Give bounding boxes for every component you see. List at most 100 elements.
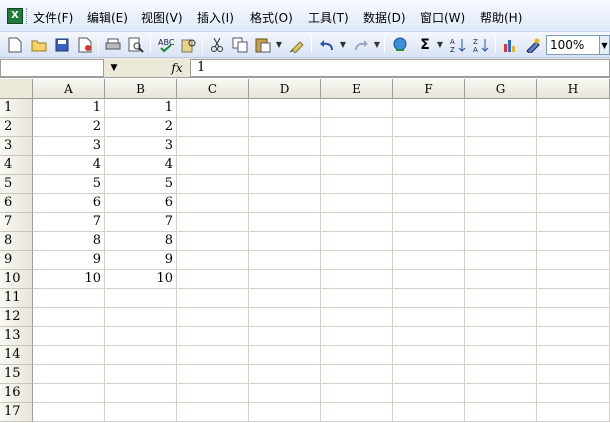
cell-c12[interactable]: [177, 308, 249, 327]
cell-c11[interactable]: [177, 289, 249, 308]
row-header[interactable]: 13: [0, 327, 33, 346]
cell-h7[interactable]: [537, 213, 610, 232]
column-header-b[interactable]: B: [105, 79, 177, 99]
cell-a4[interactable]: 4: [33, 156, 105, 175]
cell-e1[interactable]: [321, 99, 393, 118]
cell-a11[interactable]: [33, 289, 105, 308]
menu-file[interactable]: 文件(F): [33, 9, 73, 26]
cell-c4[interactable]: [177, 156, 249, 175]
menu-data[interactable]: 数据(D): [363, 9, 406, 26]
cell-e9[interactable]: [321, 251, 393, 270]
cell-g11[interactable]: [465, 289, 537, 308]
cell-b3[interactable]: 3: [105, 137, 177, 156]
cell-f5[interactable]: [393, 175, 465, 194]
menu-format[interactable]: 格式(O): [250, 9, 293, 26]
cell-a14[interactable]: [33, 346, 105, 365]
column-header-c[interactable]: C: [177, 79, 249, 99]
cell-g10[interactable]: [465, 270, 537, 289]
cell-d7[interactable]: [249, 213, 321, 232]
cell-b6[interactable]: 6: [105, 194, 177, 213]
paste-icon[interactable]: [254, 36, 272, 54]
cell-h17[interactable]: [537, 403, 610, 422]
cell-h6[interactable]: [537, 194, 610, 213]
cell-d5[interactable]: [249, 175, 321, 194]
sort-descending-icon[interactable]: ZA: [472, 36, 490, 54]
cell-d4[interactable]: [249, 156, 321, 175]
name-box[interactable]: [0, 59, 104, 77]
format-painter-icon[interactable]: [288, 36, 306, 54]
cell-h9[interactable]: [537, 251, 610, 270]
cell-b16[interactable]: [105, 384, 177, 403]
cell-f10[interactable]: [393, 270, 465, 289]
cell-d11[interactable]: [249, 289, 321, 308]
column-header-f[interactable]: F: [393, 79, 465, 99]
cell-c3[interactable]: [177, 137, 249, 156]
row-header[interactable]: 3: [0, 137, 33, 156]
cell-c10[interactable]: [177, 270, 249, 289]
cell-h16[interactable]: [537, 384, 610, 403]
row-header[interactable]: 5: [0, 175, 33, 194]
cell-g1[interactable]: [465, 99, 537, 118]
cell-b7[interactable]: 7: [105, 213, 177, 232]
cell-g15[interactable]: [465, 365, 537, 384]
row-header[interactable]: 1: [0, 99, 33, 118]
cell-h4[interactable]: [537, 156, 610, 175]
cell-g2[interactable]: [465, 118, 537, 137]
cell-h5[interactable]: [537, 175, 610, 194]
menu-tools[interactable]: 工具(T): [308, 9, 349, 26]
cell-e2[interactable]: [321, 118, 393, 137]
cell-f8[interactable]: [393, 232, 465, 251]
cell-b15[interactable]: [105, 365, 177, 384]
fx-icon[interactable]: fx: [168, 59, 186, 77]
cell-e12[interactable]: [321, 308, 393, 327]
cell-h11[interactable]: [537, 289, 610, 308]
cell-h14[interactable]: [537, 346, 610, 365]
new-icon[interactable]: [6, 36, 24, 54]
cell-d16[interactable]: [249, 384, 321, 403]
spelling-icon[interactable]: ABC: [157, 36, 175, 54]
cell-g3[interactable]: [465, 137, 537, 156]
cell-d3[interactable]: [249, 137, 321, 156]
drawing-icon[interactable]: [524, 36, 542, 54]
row-header[interactable]: 6: [0, 194, 33, 213]
cell-e15[interactable]: [321, 365, 393, 384]
cell-c13[interactable]: [177, 327, 249, 346]
cell-b10[interactable]: 10: [105, 270, 177, 289]
cell-b13[interactable]: [105, 327, 177, 346]
cell-d17[interactable]: [249, 403, 321, 422]
row-header[interactable]: 11: [0, 289, 33, 308]
cell-h10[interactable]: [537, 270, 610, 289]
cell-d14[interactable]: [249, 346, 321, 365]
cut-icon[interactable]: [208, 36, 226, 54]
formula-input[interactable]: 1: [190, 59, 610, 77]
cell-a13[interactable]: [33, 327, 105, 346]
copy-icon[interactable]: [231, 36, 249, 54]
menu-edit[interactable]: 编辑(E): [87, 9, 128, 26]
autosum-icon[interactable]: Σ: [416, 36, 434, 54]
zoom-select[interactable]: 100%: [546, 35, 600, 55]
row-header[interactable]: 12: [0, 308, 33, 327]
cell-f17[interactable]: [393, 403, 465, 422]
cell-c9[interactable]: [177, 251, 249, 270]
cell-g7[interactable]: [465, 213, 537, 232]
row-header[interactable]: 9: [0, 251, 33, 270]
undo-dropdown-icon[interactable]: ▼: [339, 36, 347, 54]
cell-c6[interactable]: [177, 194, 249, 213]
cell-f12[interactable]: [393, 308, 465, 327]
cell-c16[interactable]: [177, 384, 249, 403]
cell-b2[interactable]: 2: [105, 118, 177, 137]
cell-c1[interactable]: [177, 99, 249, 118]
redo-icon[interactable]: [352, 36, 370, 54]
cell-e5[interactable]: [321, 175, 393, 194]
column-header-d[interactable]: D: [249, 79, 321, 99]
cell-h12[interactable]: [537, 308, 610, 327]
sort-ascending-icon[interactable]: AZ: [449, 36, 467, 54]
row-header[interactable]: 4: [0, 156, 33, 175]
cell-d6[interactable]: [249, 194, 321, 213]
row-header[interactable]: 8: [0, 232, 33, 251]
cell-b1[interactable]: 1: [105, 99, 177, 118]
cell-g14[interactable]: [465, 346, 537, 365]
cell-a2[interactable]: 2: [33, 118, 105, 137]
row-header[interactable]: 10: [0, 270, 33, 289]
cell-f11[interactable]: [393, 289, 465, 308]
